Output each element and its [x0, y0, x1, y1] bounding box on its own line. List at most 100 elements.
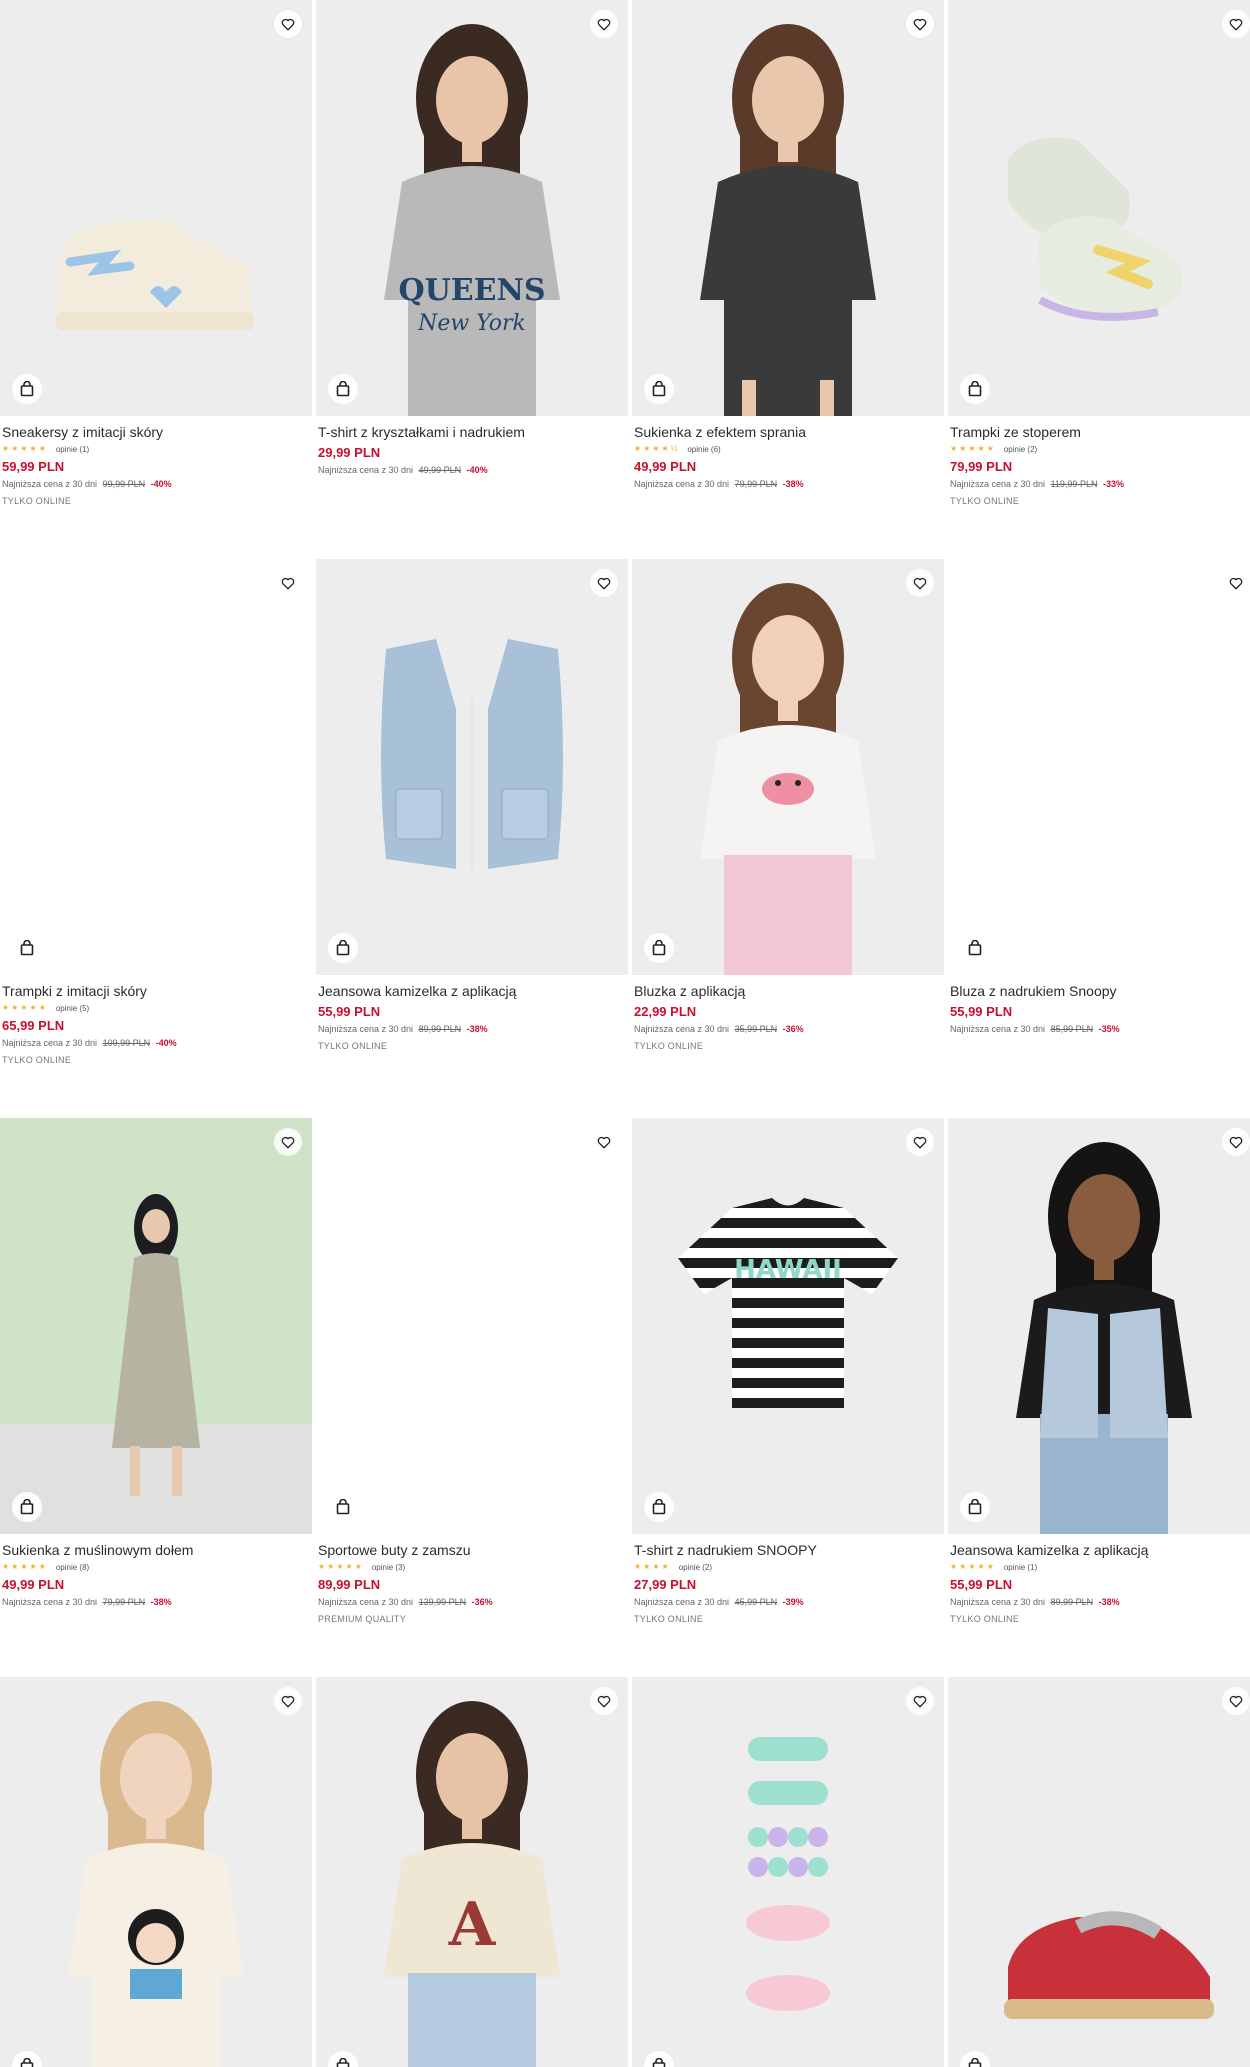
heart-icon[interactable] [906, 1128, 934, 1156]
product-rating: ★★★★★ opinie (2) [950, 443, 1250, 455]
review-count[interactable]: opinie (3) [372, 1563, 405, 1572]
product-price: 89,99 PLN [318, 1577, 381, 1592]
product-name[interactable]: Bluzka z aplikacją [634, 983, 942, 1000]
product-image[interactable] [948, 559, 1250, 975]
heart-icon[interactable] [906, 1687, 934, 1715]
star-rating-icon: ★★★★★ [318, 1562, 364, 1571]
heart-icon[interactable] [274, 1128, 302, 1156]
shopping-bag-icon[interactable] [644, 933, 674, 963]
product-card[interactable]: Bluza z nadrukiem Snoopy 55,99 PLN Najniż… [948, 559, 1250, 1035]
product-name[interactable]: Sneakersy z imitacji skóry [2, 424, 310, 441]
product-name[interactable]: Trampki z imitacji skóry [2, 983, 310, 1000]
product-image[interactable] [948, 0, 1250, 416]
product-image[interactable] [632, 0, 944, 416]
review-count[interactable]: opinie (2) [1004, 445, 1037, 454]
review-count[interactable]: opinie (8) [56, 1563, 89, 1572]
shopping-bag-icon[interactable] [644, 1492, 674, 1522]
lowest-price-info: Najniższa cena z 30 dni 79,99 PLN -38% [2, 1596, 310, 1608]
product-image[interactable] [0, 1118, 312, 1534]
product-name[interactable]: Trampki ze stoperem [950, 424, 1250, 441]
product-card[interactable] [948, 1677, 1250, 2067]
discount-badge: -40% [155, 1038, 177, 1048]
review-count[interactable]: opinie (1) [1004, 1563, 1037, 1572]
shopping-bag-icon[interactable] [960, 374, 990, 404]
product-image[interactable] [316, 559, 628, 975]
product-card[interactable]: Trampki z imitacji skóry ★★★★★ opinie (5… [0, 559, 312, 1065]
review-count[interactable]: opinie (6) [687, 445, 720, 454]
lowest-price-label: Najniższa cena z 30 dni [2, 479, 98, 489]
product-name[interactable]: T-shirt z nadrukiem SNOOPY [634, 1542, 942, 1559]
product-info: Sukienka z muślinowym dołem ★★★★★ opinie… [0, 1534, 312, 1608]
product-image[interactable] [948, 1677, 1250, 2067]
heart-icon[interactable] [274, 10, 302, 38]
product-card[interactable]: Trampki ze stoperem ★★★★★ opinie (2) 79,… [948, 0, 1250, 506]
lowest-price-label: Najniższa cena z 30 dni [318, 465, 414, 475]
product-price: 49,99 PLN [634, 459, 697, 474]
lowest-price-label: Najniższa cena z 30 dni [634, 1024, 730, 1034]
heart-icon[interactable] [274, 1687, 302, 1715]
product-image[interactable]: QUEENS New York [316, 0, 628, 416]
product-name[interactable]: Sukienka z efektem sprania [634, 424, 942, 441]
product-rating: ★★★★ opinie (2) [634, 1561, 942, 1573]
product-info: Bluzka z aplikacją 22,99 PLN Najniższa ce… [632, 975, 944, 1051]
product-card[interactable]: Sukienka z muślinowym dołem ★★★★★ opinie… [0, 1118, 312, 1608]
heart-icon[interactable] [590, 1687, 618, 1715]
shopping-bag-icon[interactable] [12, 1492, 42, 1522]
product-card[interactable]: HAWAII T-shirt z nadrukiem SNOOPY ★★★★ o… [632, 1118, 944, 1624]
product-image[interactable] [948, 1118, 1250, 1534]
product-image[interactable] [0, 0, 312, 416]
product-image[interactable]: HAWAII [632, 1118, 944, 1534]
product-image[interactable] [0, 559, 312, 975]
heart-icon[interactable] [590, 569, 618, 597]
heart-icon[interactable] [906, 569, 934, 597]
product-image[interactable] [632, 1677, 944, 2067]
product-card[interactable]: Jeansowa kamizelka z aplikacją ★★★★★ opi… [948, 1118, 1250, 1624]
shopping-bag-icon[interactable] [960, 1492, 990, 1522]
product-card[interactable] [632, 1677, 944, 2067]
product-image[interactable] [316, 1118, 628, 1534]
shopping-bag-icon[interactable] [12, 374, 42, 404]
review-count[interactable]: opinie (5) [56, 1004, 89, 1013]
product-card[interactable]: Sneakersy z imitacji skóry ★★★★★ opinie … [0, 0, 312, 506]
product-name[interactable]: T-shirt z kryształkami i nadrukiem [318, 424, 626, 441]
shopping-bag-icon[interactable] [644, 374, 674, 404]
product-image[interactable]: A [316, 1677, 628, 2067]
lowest-price-info: Najniższa cena z 30 dni 35,99 PLN -36% [634, 1023, 942, 1035]
shopping-bag-icon[interactable] [328, 1492, 358, 1522]
heart-icon[interactable] [1222, 10, 1250, 38]
discount-badge: -38% [1098, 1597, 1120, 1607]
product-card[interactable]: Sportowe buty z zamszu ★★★★★ opinie (3) … [316, 1118, 628, 1624]
heart-icon[interactable] [906, 10, 934, 38]
product-name[interactable]: Jeansowa kamizelka z aplikacją [950, 1542, 1250, 1559]
product-name[interactable]: Sukienka z muślinowym dołem [2, 1542, 310, 1559]
heart-icon[interactable] [1222, 1128, 1250, 1156]
shopping-bag-icon[interactable] [12, 933, 42, 963]
product-card[interactable]: Bluzka z aplikacją 22,99 PLN Najniższa ce… [632, 559, 944, 1051]
product-image[interactable] [632, 559, 944, 975]
product-name[interactable]: Bluza z nadrukiem Snoopy [950, 983, 1250, 1000]
product-card[interactable]: Sukienka z efektem sprania ★★★★½ opinie … [632, 0, 944, 490]
product-card[interactable] [0, 1677, 312, 2067]
heart-icon[interactable] [590, 10, 618, 38]
product-card[interactable]: QUEENS New York T-shirt z kryształkami i… [316, 0, 628, 476]
heart-icon[interactable] [1222, 569, 1250, 597]
product-info: Bluza z nadrukiem Snoopy 55,99 PLN Najniż… [948, 975, 1250, 1035]
shopping-bag-icon[interactable] [960, 933, 990, 963]
heart-icon[interactable] [590, 1128, 618, 1156]
product-name[interactable]: Sportowe buty z zamszu [318, 1542, 626, 1559]
shopping-bag-icon[interactable] [328, 374, 358, 404]
product-rating: ★★★★½ opinie (6) [634, 443, 942, 455]
lowest-price-info: Najniższa cena z 30 dni 99,99 PLN -40% [2, 478, 310, 490]
review-count[interactable]: opinie (2) [679, 1563, 712, 1572]
shopping-bag-icon[interactable] [328, 933, 358, 963]
product-tag: TYLKO ONLINE [634, 1041, 704, 1051]
star-rating-icon: ★★★★ [634, 1562, 671, 1571]
product-card[interactable]: Jeansowa kamizelka z aplikacją 55,99 PLN … [316, 559, 628, 1051]
product-name[interactable]: Jeansowa kamizelka z aplikacją [318, 983, 626, 1000]
product-image[interactable] [0, 1677, 312, 2067]
heart-icon[interactable] [1222, 1687, 1250, 1715]
review-count[interactable]: opinie (1) [56, 445, 89, 454]
product-card[interactable]: A [316, 1677, 628, 2067]
heart-icon[interactable] [274, 569, 302, 597]
product-price: 22,99 PLN [634, 1004, 697, 1019]
